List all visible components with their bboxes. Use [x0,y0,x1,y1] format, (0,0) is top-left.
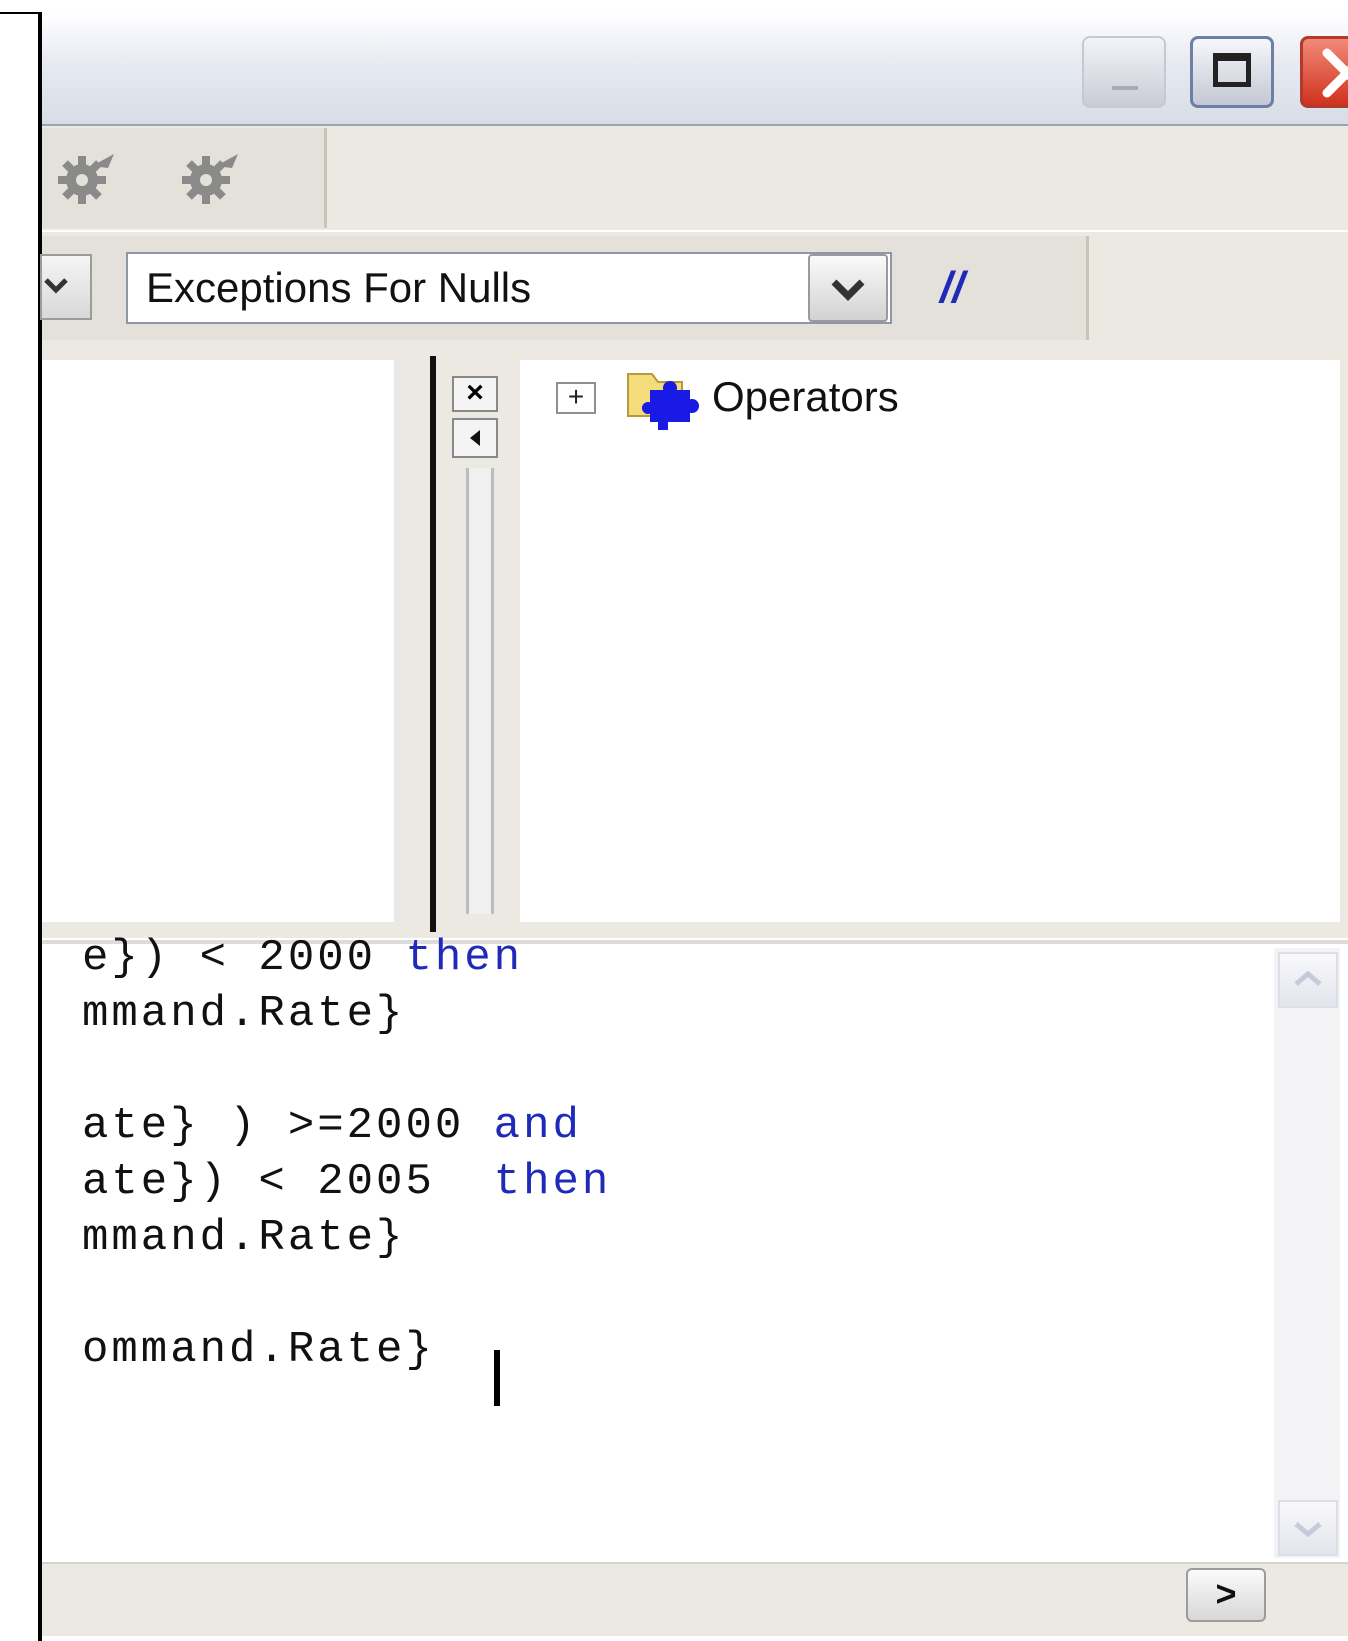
chevron-down-icon [1294,1522,1322,1538]
title-bar[interactable] [42,14,1348,126]
tree-expand-toggle[interactable]: + [556,382,596,414]
minimize-button[interactable] [1082,36,1166,108]
scroll-up-button[interactable] [1278,952,1338,1008]
function-tree [520,360,1340,922]
combo-dropdown-button[interactable] [40,254,92,320]
code-line: mmand.Rate} [82,1213,406,1263]
pane-collapse-button[interactable] [452,418,498,458]
chevron-down-icon [44,278,68,294]
horizontal-scrollbar[interactable] [42,1562,1348,1636]
maximize-button[interactable] [1190,36,1274,108]
folder-icon [622,366,714,439]
triangle-left-icon [470,430,480,446]
maximize-icon [1213,53,1251,87]
close-icon [1322,48,1348,98]
code-line: ate}) < 2005 then [82,1157,612,1207]
gear-icon[interactable] [172,148,244,213]
chevron-down-icon [831,279,865,301]
scroll-down-button[interactable] [1278,1500,1338,1556]
chevron-up-icon [1294,970,1322,986]
pane-scroll-track[interactable] [466,468,494,914]
close-button[interactable] [1300,36,1348,108]
scroll-right-button[interactable]: > [1186,1568,1266,1622]
code-line: e}) < 2000 then [82,933,524,983]
code-line: mmand.Rate} [82,989,406,1039]
gear-icon[interactable] [48,148,120,213]
minimize-icon [1112,86,1138,90]
left-panel [42,360,400,922]
combo-dropdown-button[interactable] [808,254,888,322]
window-frame-left [0,14,42,1641]
text-caret [494,1350,500,1406]
tree-item-operators[interactable]: Operators [712,372,899,422]
pane-close-button[interactable]: × [452,376,498,412]
vertical-scrollbar[interactable] [1274,948,1340,1558]
code-line: ommand.Rate} [82,1325,435,1375]
comment-button[interactable]: // [940,262,964,314]
exception-type-value: Exceptions For Nulls [146,264,532,311]
formula-editor[interactable]: e}) < 2000 then mmand.Rate} ate} ) >=200… [42,933,1348,1564]
code-line: ate} ) >=2000 and [82,1101,582,1151]
